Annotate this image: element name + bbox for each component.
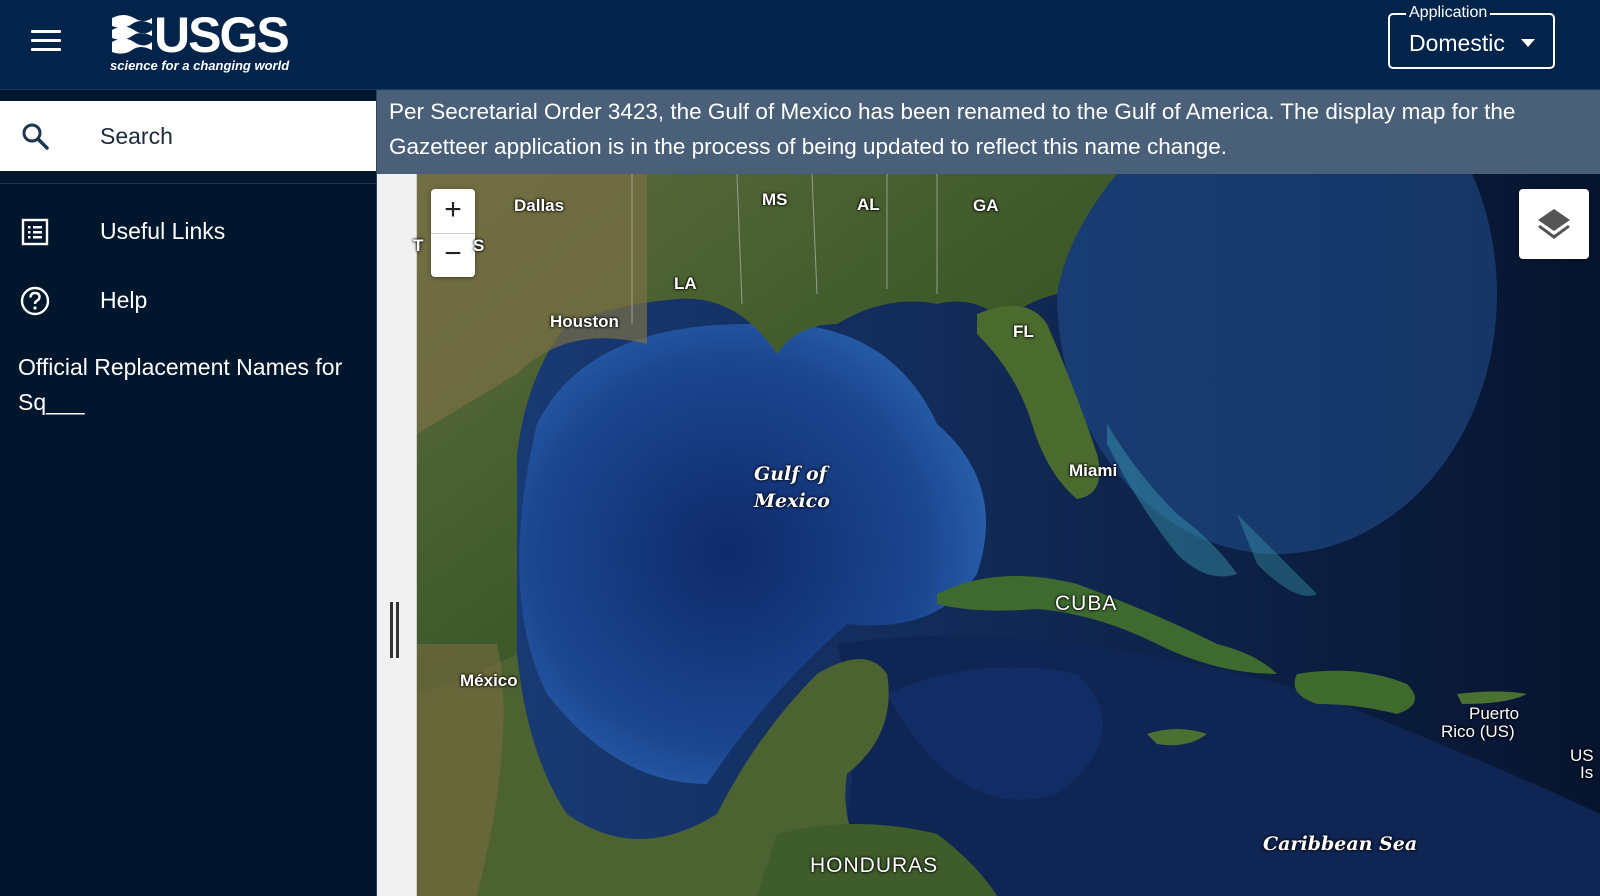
map-label-puerto-rico-line2: Rico (US): [1441, 722, 1515, 741]
application-select-label: Application: [1406, 4, 1491, 22]
sidebar: Search Useful Links Help Official Replac…: [0, 90, 377, 896]
map-label-houston: Houston: [550, 312, 619, 331]
satellite-map-image: [417, 174, 1600, 896]
logo-tagline: science for a changing world: [110, 58, 290, 73]
map-label-al: AL: [857, 195, 880, 214]
logo-wordmark: USGS: [154, 7, 290, 63]
map-label-honduras: HONDURAS: [810, 854, 939, 877]
sidebar-divider: [0, 183, 376, 184]
zoom-out-button[interactable]: −: [431, 233, 475, 277]
map-label-dallas: Dallas: [514, 196, 565, 215]
menu-icon[interactable]: [31, 30, 61, 54]
app-header: USGS science for a changing world Applic…: [0, 0, 1600, 90]
sidebar-item-label: Help: [100, 287, 148, 313]
name-change-notice: Per Secretarial Order 3423, the Gulf of …: [377, 90, 1600, 174]
application-select[interactable]: Application Domestic: [1388, 4, 1555, 69]
map-label-la: LA: [674, 274, 697, 293]
map-label-fl: FL: [1013, 322, 1034, 341]
search-button[interactable]: Search: [0, 101, 376, 171]
map-label-us-vi-line2: Is: [1580, 763, 1594, 782]
map-label-puerto-rico-line1: Puerto: [1469, 704, 1520, 723]
usgs-logo[interactable]: USGS science for a changing world: [110, 7, 290, 76]
help-icon: [20, 286, 50, 316]
map-label-mexico: México: [460, 671, 518, 690]
sidebar-item-label: Useful Links: [100, 218, 226, 244]
map-label-ms: MS: [762, 190, 788, 209]
zoom-in-button[interactable]: +: [431, 189, 475, 233]
map-label-texas-partial: T: [413, 236, 424, 255]
map-label-caribbean: Caribbean Sea: [1263, 833, 1418, 855]
sidebar-item-help[interactable]: Help: [0, 274, 376, 328]
map-label-miami: Miami: [1069, 461, 1118, 480]
sidebar-item-useful-links[interactable]: Useful Links: [0, 205, 376, 259]
map-label-cuba: CUBA: [1055, 592, 1118, 615]
layers-icon: [1538, 209, 1570, 239]
map-label-texas-partial-s: S: [473, 236, 485, 255]
search-label: Search: [100, 123, 173, 149]
replacement-names-link[interactable]: Official Replacement Names for Sq___: [18, 350, 358, 420]
map-label-ga: GA: [973, 196, 999, 215]
map-label-gulf-line1: Gulf of: [754, 463, 827, 485]
caret-down-icon: [1521, 39, 1535, 47]
map-label-gulf-line2: Mexico: [754, 490, 830, 512]
panel-splitter: [377, 174, 417, 896]
layers-button[interactable]: [1519, 189, 1589, 259]
search-icon: [22, 123, 49, 150]
application-select-value: Domestic: [1409, 30, 1505, 56]
list-icon: [21, 218, 49, 246]
zoom-control: + −: [431, 189, 475, 277]
map-view[interactable]: + − T S Dallas MS AL GA LA Houston FL Gu…: [377, 174, 1600, 896]
usgs-wave-icon: [112, 15, 152, 54]
splitter-handle[interactable]: [390, 602, 400, 658]
